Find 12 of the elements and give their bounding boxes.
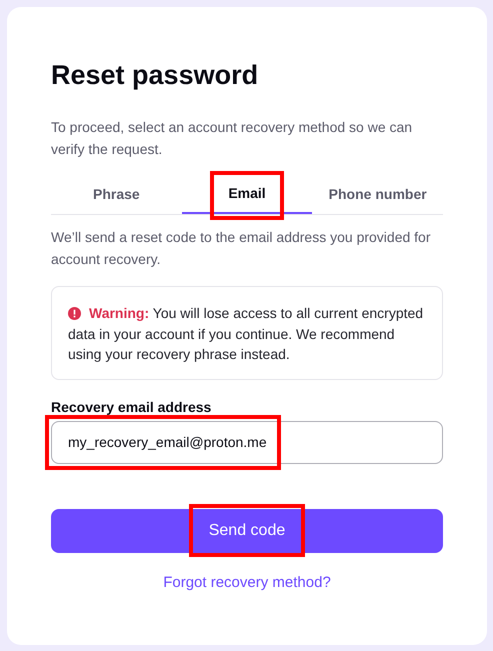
page-title: Reset password — [51, 59, 260, 92]
warning-text: Warning: You will lose access to all current encrypted data in your account if you continue. We recommend using your recovery phrase instead. — [68, 304, 424, 364]
forgot-method-link[interactable]: Forgot recovery method? — [163, 572, 331, 594]
method-tab[interactable]: Email — [182, 174, 312, 214]
field-label: Recovery email address — [51, 398, 212, 416]
alert-icon — [68, 307, 81, 320]
method-tab[interactable]: Phone number — [312, 174, 444, 214]
description-text: We’ll send a reset code to the email address you provided for account recovery. — [51, 228, 432, 269]
email-field[interactable]: my_recovery_email@proton.me — [51, 420, 443, 464]
intro-text: To proceed, select an account recovery method so we can verify the request. — [51, 118, 414, 159]
send-code-button[interactable]: Send code — [51, 508, 443, 552]
method-tab[interactable]: Phrase — [51, 174, 182, 214]
